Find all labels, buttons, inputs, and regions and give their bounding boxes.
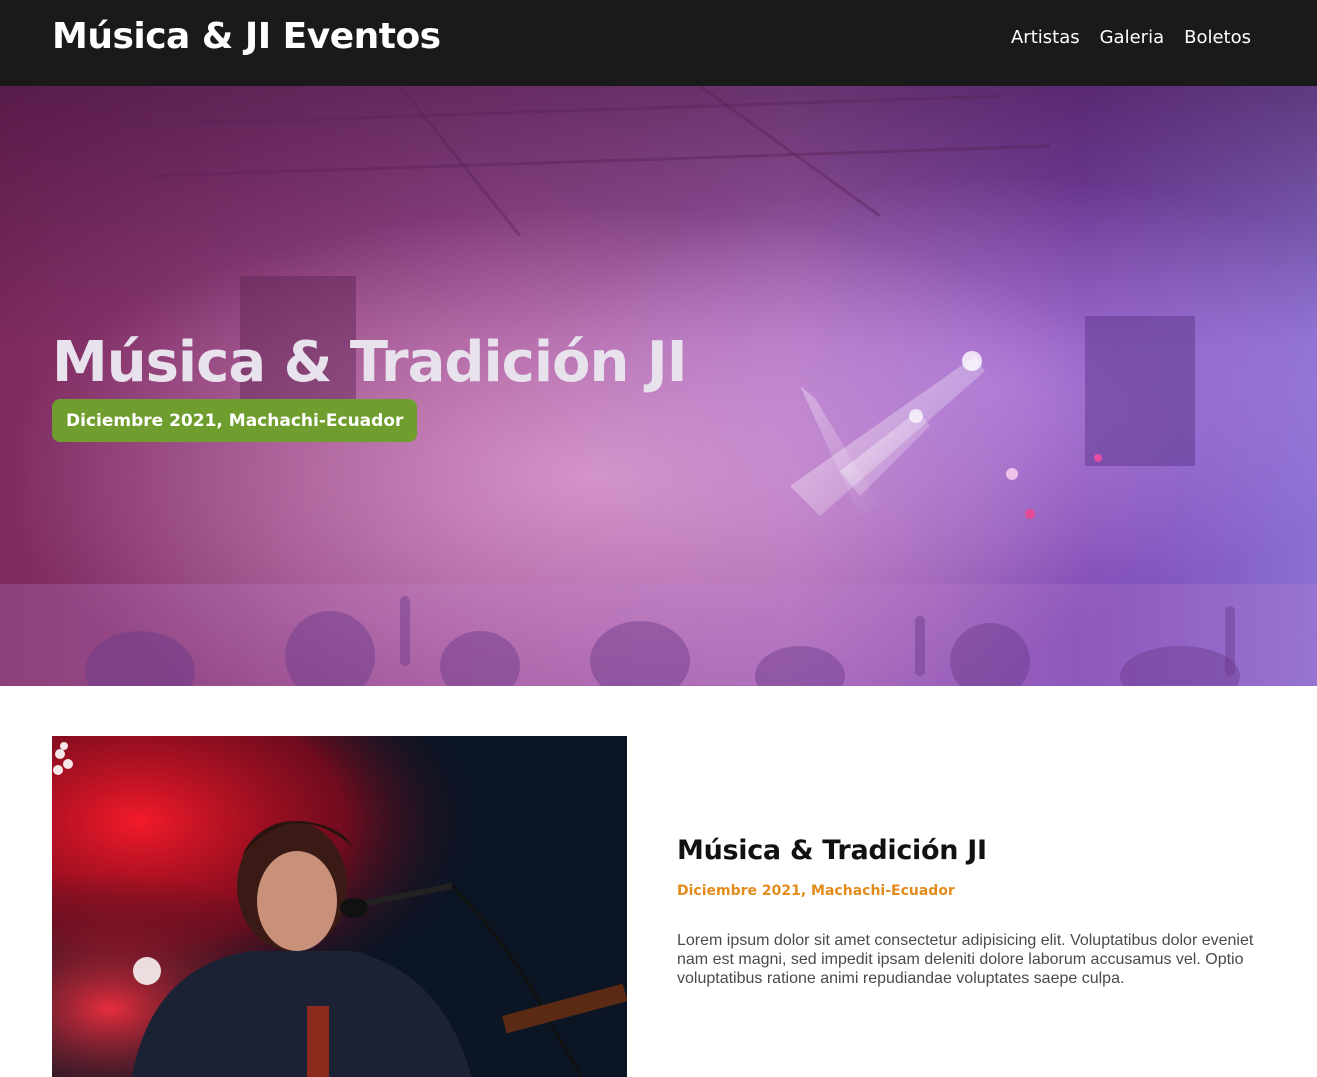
singer-guitarist-image xyxy=(52,736,627,1077)
site-brand[interactable]: Música & JI Eventos xyxy=(52,14,441,60)
main-nav: Artistas Galeria Boletos xyxy=(1011,26,1251,50)
event-info: Música & Tradición JI Diciembre 2021, Ma… xyxy=(677,833,1267,988)
nav-link-galeria[interactable]: Galeria xyxy=(1100,26,1165,50)
nav-link-artistas[interactable]: Artistas xyxy=(1011,26,1080,50)
nav-link-boletos[interactable]: Boletos xyxy=(1184,26,1251,50)
event-artist-photo xyxy=(52,736,627,1077)
site-header: Música & JI Eventos Artistas Galeria Bol… xyxy=(0,0,1317,86)
event-description: Lorem ipsum dolor sit amet consectetur a… xyxy=(677,932,1254,987)
hero-title: Música & Tradición JI xyxy=(52,330,688,395)
event-date: Diciembre 2021, Machachi-Ecuador xyxy=(677,883,955,899)
hero-date-badge: Diciembre 2021, Machachi-Ecuador xyxy=(52,399,418,442)
hero-banner: Música & Tradición JI Diciembre 2021, Ma… xyxy=(0,86,1317,686)
event-title: Música & Tradición JI xyxy=(677,835,987,866)
